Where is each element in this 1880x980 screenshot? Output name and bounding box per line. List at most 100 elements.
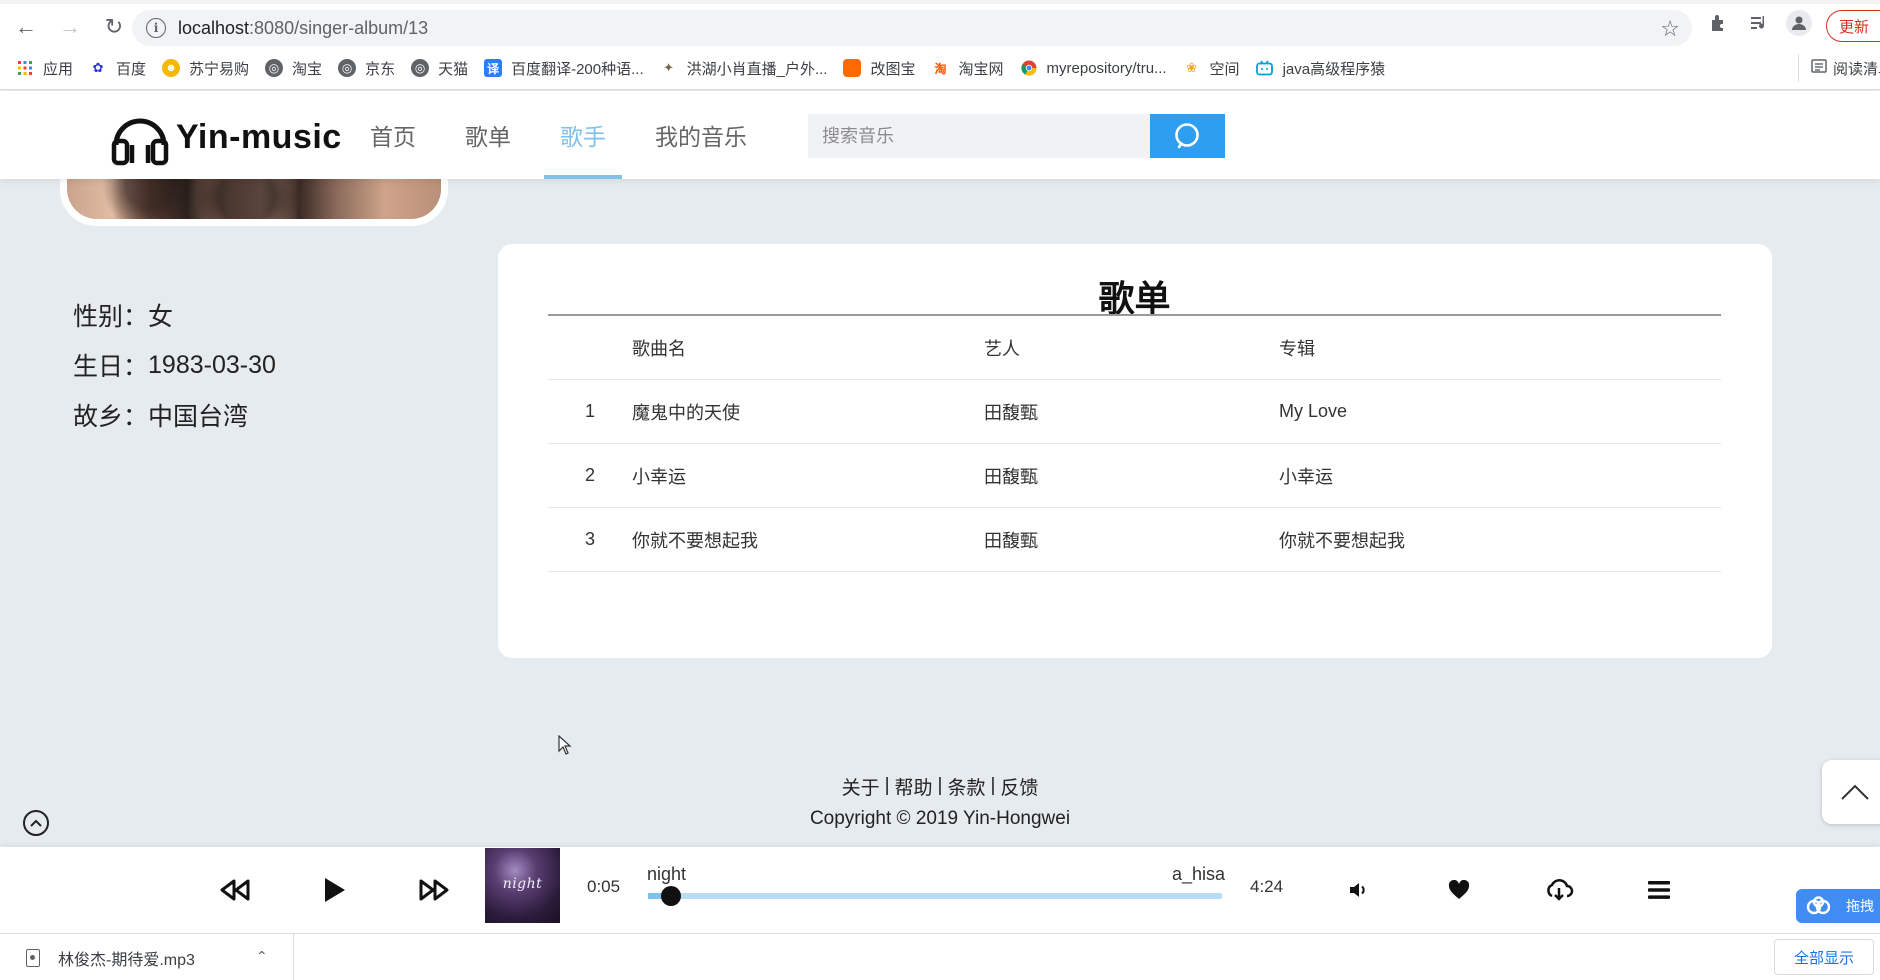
globe-icon: ◎	[338, 59, 357, 77]
extensions-puzzle-icon[interactable]	[1706, 10, 1732, 36]
table-row[interactable]: 2 小幸运 田馥甄 小幸运	[548, 444, 1721, 508]
search-button[interactable]	[1150, 114, 1225, 158]
baidu-cloud-icon	[1806, 896, 1831, 915]
singer-info: 性别：女 生日： 1983-03-30 故乡： 中国台湾	[73, 290, 276, 440]
birthday-value: 1983-03-30	[148, 350, 276, 379]
download-item[interactable]: 林俊杰-期待爱.mp3 ⌃	[0, 934, 294, 980]
bookmark-item[interactable]: myrepository/tru...	[1012, 54, 1175, 82]
hometown-label: 故乡：	[73, 403, 149, 431]
cloud-tab-label: 拖拽	[1846, 898, 1874, 914]
footer-link-about[interactable]: 关于	[842, 773, 880, 800]
nav-singers[interactable]: 歌手	[544, 91, 622, 179]
bookmark-item[interactable]: ✿ 百度	[81, 54, 154, 82]
footer-link-help[interactable]: 帮助	[895, 773, 933, 800]
forward-icon[interactable]: →	[52, 9, 88, 45]
song-album: My Love	[1279, 401, 1348, 421]
address-url[interactable]: localhost:8080/singer-album/13	[178, 18, 428, 39]
suning-lion-icon: ☻	[162, 59, 181, 77]
bookmark-item[interactable]: ◎ 天猫	[403, 54, 476, 82]
media-control-icon[interactable]	[1746, 10, 1772, 36]
reload-icon[interactable]: ↻	[96, 9, 132, 45]
music-player: night 0:05 night a_hisa 4:24 拖拽	[0, 847, 1880, 933]
bookmark-star-icon[interactable]: ☆	[1660, 16, 1680, 42]
footer-links: 关于 | 帮助 | 条款 | 反馈	[0, 770, 1880, 802]
gender-label: 性别：	[73, 303, 149, 331]
browser-chrome: ← → ↻ i localhost:8080/singer-album/13 ☆…	[0, 0, 1880, 90]
mouse-cursor-icon	[558, 735, 572, 755]
back-to-top-button[interactable]	[1822, 760, 1880, 824]
bookmark-label: java高级程序猿	[1282, 60, 1386, 78]
album-cover[interactable]: night	[485, 848, 560, 923]
current-time: 0:05	[587, 877, 621, 896]
menu-icon	[1648, 881, 1670, 899]
footer-separator: |	[884, 775, 890, 796]
favorite-button[interactable]	[1438, 869, 1480, 911]
address-bar[interactable]: i localhost:8080/singer-album/13 ☆	[132, 10, 1692, 46]
reading-list-button[interactable]: 阅读清单	[1798, 54, 1880, 82]
bookmark-item[interactable]: ◎ 京东	[330, 54, 403, 82]
singer-birthday: 生日： 1983-03-30	[73, 340, 276, 390]
back-icon[interactable]: ←	[8, 9, 44, 45]
bookmarks-bar: 应用 ✿ 百度 ☻ 苏宁易购 ◎ 淘宝 ◎ 京东 ◎ 天猫 译百度翻译-200种语... …	[0, 54, 1880, 82]
main-nav: 首页 歌单 歌手 我的音乐	[354, 91, 780, 179]
fast-forward-icon	[419, 879, 449, 901]
bookmark-label: 洪湖小肖直播_户外...	[686, 60, 828, 78]
bookmark-item[interactable]: ☻ 苏宁易购	[154, 54, 257, 82]
player-toggle-button[interactable]	[23, 810, 49, 836]
bookmark-label: 百度翻译-200种语...	[511, 60, 644, 78]
play-icon	[325, 878, 345, 902]
url-path: :8080/singer-album/13	[249, 17, 429, 38]
song-name[interactable]: 魔鬼中的天使	[632, 399, 984, 425]
site-header: Yin-music 首页 歌单 歌手 我的音乐	[0, 91, 1880, 179]
bookmark-item[interactable]: 译百度翻译-200种语...	[476, 54, 652, 82]
site-footer: 关于 | 帮助 | 条款 | 反馈 Copyright © 2019 Yin-H…	[0, 770, 1880, 836]
bookmark-label: 天猫	[438, 60, 469, 78]
bilibili-tv-icon	[1256, 59, 1274, 77]
table-row[interactable]: 1 魔鬼中的天使 田馥甄 My Love	[548, 380, 1721, 444]
bookmark-item[interactable]: java高级程序猿	[1248, 54, 1394, 82]
site-logo[interactable]: Yin-music	[108, 105, 342, 169]
chrome-icon	[1020, 59, 1038, 77]
next-button[interactable]	[413, 869, 455, 911]
song-index: 2	[584, 465, 595, 485]
search-input[interactable]	[808, 114, 1150, 158]
extension-area	[1706, 10, 1812, 36]
song-name[interactable]: 小幸运	[632, 463, 984, 489]
nav-playlists[interactable]: 歌单	[449, 91, 527, 179]
footer-link-terms[interactable]: 条款	[947, 773, 985, 800]
chevron-up-icon	[1841, 784, 1869, 800]
profile-avatar-icon[interactable]	[1786, 10, 1812, 36]
progress-handle[interactable]	[660, 886, 681, 906]
bookmark-label: 淘宝网	[958, 60, 1004, 78]
nav-home[interactable]: 首页	[354, 91, 432, 179]
bookmark-item[interactable]: 改图宝	[835, 54, 923, 82]
bookmark-item[interactable]: 淘淘宝网	[924, 54, 1012, 82]
volume-button[interactable]	[1338, 869, 1380, 911]
progress-bar[interactable]	[648, 886, 1222, 906]
bookmark-label: 淘宝	[292, 60, 323, 78]
bookmark-item[interactable]: 应用	[8, 54, 81, 82]
bird-icon: ✦	[663, 60, 675, 75]
bookmark-item[interactable]: ◎ 淘宝	[257, 54, 330, 82]
song-album: 小幸运	[1279, 466, 1333, 487]
playlist-button[interactable]	[1638, 869, 1680, 911]
previous-button[interactable]	[214, 869, 256, 911]
rewind-icon	[220, 879, 250, 901]
show-all-downloads-button[interactable]: 全部显示	[1774, 939, 1874, 975]
download-button[interactable]	[1538, 869, 1580, 911]
bookmark-item[interactable]: ✦ 洪湖小肖直播_户外...	[652, 54, 836, 82]
site-info-icon[interactable]: i	[146, 18, 166, 38]
song-name[interactable]: 你就不要想起我	[632, 527, 984, 553]
birthday-label: 生日：	[73, 353, 149, 381]
bookmark-label: 改图宝	[870, 60, 916, 78]
bookmark-item[interactable]: ❀ 空间	[1175, 54, 1248, 82]
nav-my-music[interactable]: 我的音乐	[639, 91, 763, 179]
footer-copyright: Copyright © 2019 Yin-Hongwei	[809, 808, 1071, 829]
table-row[interactable]: 3 你就不要想起我 田馥甄 你就不要想起我	[548, 508, 1721, 572]
play-button[interactable]	[313, 869, 355, 911]
chevron-up-icon[interactable]: ⌃	[256, 948, 268, 965]
footer-link-feedback[interactable]: 反馈	[1000, 773, 1038, 800]
cloud-drag-tab[interactable]: 拖拽	[1796, 889, 1880, 923]
reading-list-icon	[1811, 58, 1827, 78]
browser-update-button[interactable]: 更新	[1826, 10, 1880, 42]
